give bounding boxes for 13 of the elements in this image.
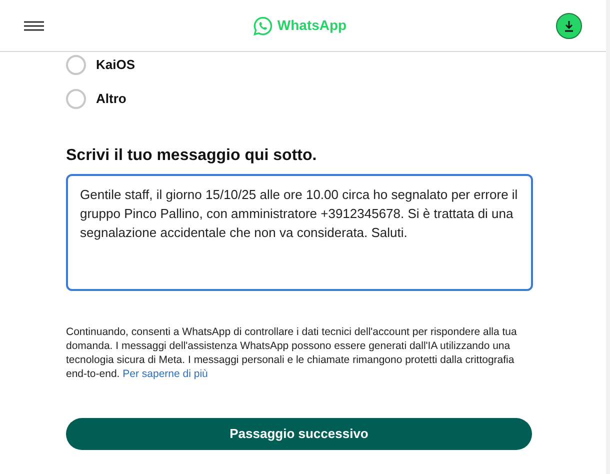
radio-button[interactable] [66, 89, 86, 109]
disclaimer-text: Continuando, consenti a WhatsApp di controllare i dati tecnici dell'account per rispondere alla tua domanda. I messaggi dell'assistenza WhatsApp possono essere generati dall'IA utilizzando una tecnologia sicura di Meta. I messaggi personali e le chiamate rimangono protetti dalla crittografia end-to-end. Per saperne di più [66, 325, 518, 381]
section-heading: Scrivi il tuo messaggio qui sotto. [66, 146, 318, 166]
download-button[interactable] [556, 12, 582, 38]
radio-button[interactable] [66, 55, 86, 75]
learn-more-link[interactable]: Per saperne di più [122, 368, 208, 380]
chat-bubble-icon [253, 16, 274, 36]
download-icon [563, 20, 575, 32]
message-field[interactable]: Gentile staff, il giorno 15/10/25 alle ore 10.00 circa ho segnalato per errore il gruppo Pinco Pallino, con amministratore +3912345678. Si è trattata di una segnalazione accidentale che non va considerata. Saluti. [66, 174, 533, 291]
option-label: Altro [96, 90, 126, 108]
next-step-button[interactable]: Passaggio successivo [66, 418, 532, 450]
menu-icon[interactable] [24, 20, 44, 30]
option-label: KaiOS [96, 56, 136, 74]
